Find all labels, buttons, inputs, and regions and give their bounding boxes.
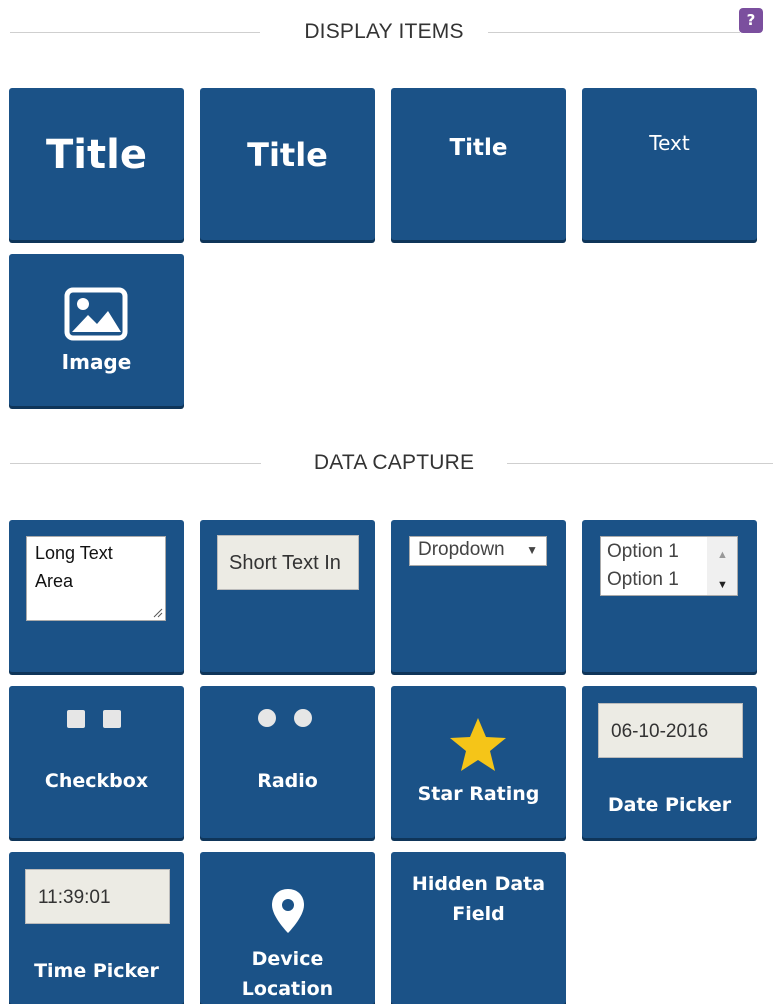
divider-right — [488, 32, 740, 33]
dropdown-preview: Dropdown ▼ — [409, 536, 547, 566]
star-rating-tile[interactable]: Star Rating — [391, 686, 566, 838]
star-rating-label: Star Rating — [417, 783, 540, 805]
location-pin-icon — [272, 889, 304, 933]
device-location-tile[interactable]: Device Location — [200, 852, 375, 1004]
listbox-option: Option 1 — [607, 569, 679, 590]
listbox-preview: Option 1 Option 1 ▲ ▼ — [600, 536, 738, 596]
radio-icon — [294, 709, 312, 727]
section-header-display-items: DISPLAY ITEMS — [10, 17, 773, 47]
long-text-line2: Area — [35, 571, 74, 591]
radio-tile[interactable]: Radio — [200, 686, 375, 838]
divider-left — [10, 32, 260, 33]
title-small-label: Title — [449, 135, 508, 161]
divider-left — [10, 463, 261, 464]
title-large-label: Title — [46, 132, 147, 178]
listbox-tile[interactable]: Option 1 Option 1 ▲ ▼ — [582, 520, 757, 672]
scroll-up-icon: ▲ — [717, 549, 728, 561]
radio-icon — [258, 709, 276, 727]
help-icon[interactable]: ? — [739, 8, 763, 33]
long-text-line1: Long Text — [35, 543, 113, 563]
radio-label: Radio — [257, 770, 318, 792]
divider-right — [507, 463, 773, 464]
dropdown-label: Dropdown — [418, 539, 505, 560]
date-picker-preview: 06-10-2016 — [598, 703, 743, 758]
long-text-area-tile[interactable]: Long Text Area — [9, 520, 184, 672]
checkbox-icon — [103, 710, 121, 728]
section-header-data-capture: DATA CAPTURE — [10, 448, 773, 478]
listbox-option: Option 1 — [607, 541, 679, 562]
section-title-data-capture: DATA CAPTURE — [313, 451, 475, 474]
text-tile[interactable]: Text — [582, 88, 757, 240]
dropdown-tile[interactable]: Dropdown ▼ — [391, 520, 566, 672]
short-text-input-tile[interactable]: Short Text In — [200, 520, 375, 672]
hidden-data-field-label-line1: Hidden Data — [411, 873, 546, 895]
image-icon — [64, 287, 128, 341]
checkbox-label: Checkbox — [44, 770, 149, 792]
hidden-data-field-label-line2: Field — [452, 903, 505, 925]
time-picker-label: Time Picker — [34, 960, 159, 982]
scroll-down-icon: ▼ — [717, 579, 728, 591]
title-medium-tile[interactable]: Title — [200, 88, 375, 240]
section-title-display-items: DISPLAY ITEMS — [304, 20, 464, 43]
short-text-input-preview: Short Text In — [217, 535, 359, 590]
star-icon — [450, 718, 506, 771]
long-text-area-preview: Long Text Area — [26, 536, 166, 621]
title-small-tile[interactable]: Title — [391, 88, 566, 240]
time-picker-preview: 11:39:01 — [25, 869, 170, 924]
image-label: Image — [61, 350, 132, 374]
checkbox-tile[interactable]: Checkbox — [9, 686, 184, 838]
title-large-tile[interactable]: Title — [9, 88, 184, 240]
device-location-label-line1: Device — [251, 948, 324, 970]
text-label: Text — [649, 131, 690, 155]
title-medium-label: Title — [247, 136, 328, 174]
device-location-label-line2: Location — [241, 978, 334, 1000]
checkbox-icon — [67, 710, 85, 728]
hidden-data-field-tile[interactable]: Hidden Data Field — [391, 852, 566, 1004]
dropdown-arrow-icon: ▼ — [526, 543, 538, 557]
image-tile[interactable]: Image — [9, 254, 184, 406]
time-picker-tile[interactable]: 11:39:01 Time Picker — [9, 852, 184, 1004]
resize-grip-icon — [153, 608, 163, 618]
date-picker-tile[interactable]: 06-10-2016 Date Picker — [582, 686, 757, 838]
listbox-scrollbar: ▲ ▼ — [707, 537, 737, 595]
date-picker-label: Date Picker — [607, 794, 732, 816]
